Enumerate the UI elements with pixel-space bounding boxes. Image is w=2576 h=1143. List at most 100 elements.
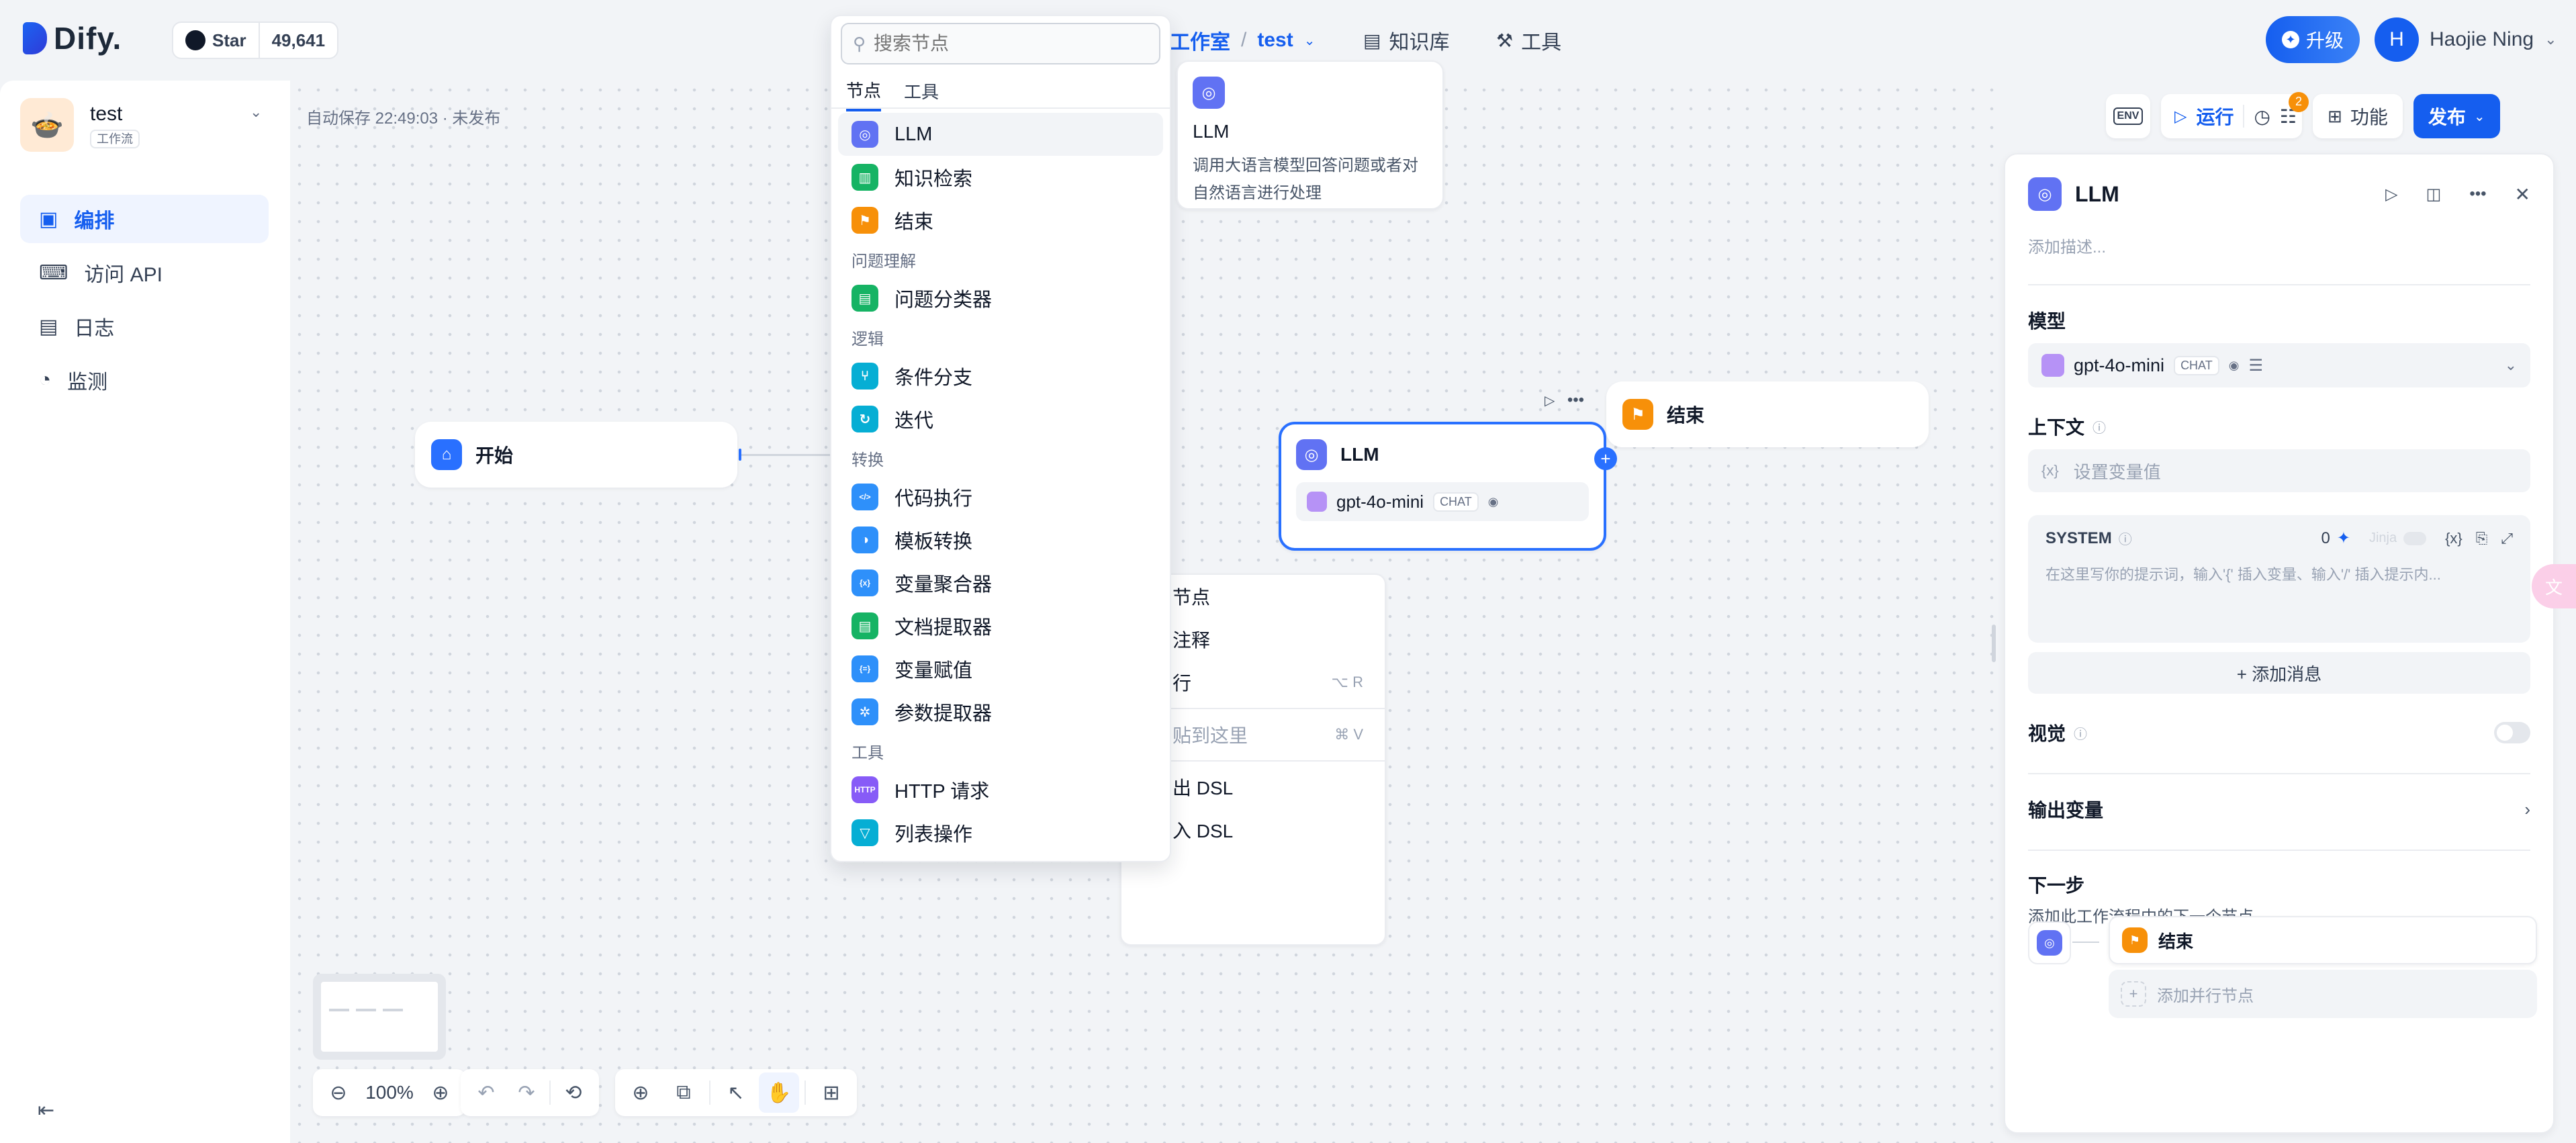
panel-title[interactable]: LLM bbox=[2075, 182, 2372, 207]
chevron-down-icon[interactable]: ⌄ bbox=[1304, 32, 1316, 49]
minimap[interactable] bbox=[313, 974, 446, 1060]
github-star-widget[interactable]: Star 49,641 bbox=[172, 21, 339, 59]
help-icon[interactable]: ⓘ bbox=[2074, 723, 2087, 743]
description-input[interactable]: 添加描述... bbox=[2005, 211, 2553, 257]
breadcrumb-studio[interactable]: 工作室 bbox=[1170, 26, 1230, 55]
edge-start-handle[interactable] bbox=[739, 449, 741, 461]
sidebar-item-logs[interactable]: ▤ 日志 bbox=[20, 302, 269, 351]
node-option[interactable]: {=} 变量赋值 bbox=[831, 647, 1170, 690]
features-button[interactable]: ⊞ 功能 bbox=[2313, 94, 2403, 138]
breadcrumb-app[interactable]: test bbox=[1257, 29, 1293, 52]
layout-organize-icon[interactable]: ⊞ bbox=[811, 1072, 852, 1113]
output-variables-section[interactable]: 输出变量 › bbox=[2005, 774, 2553, 823]
system-prompt-editor[interactable]: SYSTEM ⓘ 0 ✦ Jinja {x} ⎘ ⤢ 在这里写你的提示词，输入'… bbox=[2028, 515, 2530, 643]
sparkle-icon[interactable]: ✦ bbox=[2337, 529, 2350, 548]
run-button[interactable]: 运行 bbox=[2196, 103, 2234, 130]
close-icon[interactable]: ✕ bbox=[2515, 183, 2530, 205]
node-option[interactable]: ⚑ 结束 bbox=[831, 199, 1170, 242]
add-parallel-node-button[interactable]: + 添加并行节点 bbox=[2109, 970, 2537, 1018]
node-option[interactable]: ↻ 迭代 bbox=[831, 398, 1170, 441]
chevron-down-icon[interactable]: ⌄ bbox=[250, 103, 262, 121]
node-option[interactable]: HTTP HTTP 请求 bbox=[831, 768, 1170, 811]
app-name: test bbox=[90, 103, 123, 125]
eye-icon: ◉ bbox=[2228, 358, 2240, 372]
history-run-icon[interactable]: ◷ bbox=[2254, 105, 2270, 128]
end-node[interactable]: ⚑ 结束 bbox=[1606, 381, 1929, 447]
node-option[interactable]: </> 代码执行 bbox=[831, 475, 1170, 518]
node-option[interactable]: ◎ LLM bbox=[838, 113, 1163, 156]
node-option[interactable]: ▤ 问题分类器 bbox=[831, 277, 1170, 320]
next-node-end[interactable]: ⚑ 结束 bbox=[2109, 916, 2537, 964]
node-option-label: 变量聚合器 bbox=[894, 574, 993, 596]
sidebar-item-api[interactable]: ⌨ 访问 API bbox=[20, 248, 269, 297]
checklist-badge: 2 bbox=[2289, 91, 2309, 112]
node-option[interactable]: ▤ 文档提取器 bbox=[831, 604, 1170, 647]
hammer-icon: ⚒ bbox=[1496, 30, 1514, 51]
translate-icon[interactable]: 文 bbox=[2532, 564, 2576, 608]
node-option[interactable]: ⑂ 条件分支 bbox=[831, 355, 1170, 398]
hand-icon[interactable]: ✋ bbox=[759, 1072, 799, 1113]
monitor-icon: ◔ bbox=[39, 369, 52, 391]
play-icon[interactable]: ▷ bbox=[1545, 394, 1555, 408]
add-next-node-icon[interactable]: + bbox=[1594, 447, 1617, 470]
sidebar-item-label: 监测 bbox=[67, 371, 108, 394]
star-count: 49,641 bbox=[271, 30, 326, 50]
more-icon[interactable]: ••• bbox=[2469, 185, 2486, 203]
llm-node-label: LLM bbox=[1340, 444, 1379, 465]
copy-icon[interactable]: ⎘ bbox=[2476, 530, 2488, 547]
env-button[interactable]: ENV bbox=[2106, 94, 2150, 138]
node-search-input[interactable] bbox=[874, 33, 1130, 54]
nav-knowledge[interactable]: ▤ 知识库 bbox=[1363, 26, 1449, 55]
play-icon[interactable]: ▷ bbox=[2174, 107, 2187, 126]
node-option[interactable]: ▥ 知识检索 bbox=[831, 156, 1170, 199]
tab-tools[interactable]: 工具 bbox=[904, 79, 939, 110]
undo-icon[interactable]: ↶ bbox=[466, 1072, 506, 1113]
node-option[interactable]: ▽ 列表操作 bbox=[831, 811, 1170, 854]
upgrade-button[interactable]: ✦ 升级 bbox=[2266, 16, 2360, 63]
add-note-icon[interactable]: ⧉ bbox=[663, 1072, 704, 1113]
model-selector[interactable]: gpt-4o-mini CHAT ◉ ☰ ⌄ bbox=[2028, 343, 2530, 387]
sidebar-item-monitor[interactable]: ◔ 监测 bbox=[20, 356, 269, 404]
collapse-sidebar-icon[interactable]: ⇤ bbox=[38, 1099, 54, 1122]
sidebar-item-orchestrate[interactable]: ▣ 编排 bbox=[20, 195, 269, 243]
pointer-icon[interactable]: ↖ bbox=[716, 1072, 756, 1113]
history-icon[interactable]: ⟲ bbox=[553, 1072, 594, 1113]
user-menu[interactable]: H Haojie Ning ⌄ bbox=[2375, 17, 2557, 62]
publish-button[interactable]: 发布 ⌄ bbox=[2413, 94, 2500, 138]
node-type-icon: ✲ bbox=[852, 698, 878, 725]
brand-logo[interactable]: Dify. bbox=[23, 20, 122, 56]
play-icon[interactable]: ▷ bbox=[2385, 185, 2397, 204]
zoom-level[interactable]: 100% bbox=[363, 1082, 416, 1103]
vision-toggle[interactable] bbox=[2494, 722, 2530, 743]
node-option[interactable]: ◑ 模板转换 bbox=[831, 518, 1170, 561]
node-config-panel: ◎ LLM ▷ ◫ ••• ✕ 添加描述... 模型 gpt-4o-mini C… bbox=[2004, 153, 2555, 1134]
zoom-out-icon[interactable]: ⊖ bbox=[318, 1072, 359, 1113]
help-icon[interactable]: ⓘ bbox=[2119, 529, 2132, 548]
panel-resize-handle[interactable] bbox=[1992, 625, 1996, 662]
settings-sliders-icon[interactable]: ☰ bbox=[2248, 356, 2263, 375]
menu-item-label: 注释 bbox=[1172, 630, 1211, 651]
variable-insert-icon[interactable]: {x} bbox=[2445, 530, 2463, 547]
node-type-icon: ▥ bbox=[852, 164, 878, 191]
context-variable-select[interactable]: {x} 设置变量值 bbox=[2028, 449, 2530, 492]
start-node[interactable]: ⌂ 开始 bbox=[415, 422, 737, 488]
zoom-in-icon[interactable]: ⊕ bbox=[420, 1072, 461, 1113]
node-option[interactable]: {x} 变量聚合器 bbox=[831, 561, 1170, 604]
app-info[interactable]: 🍲 test 工作流 bbox=[20, 98, 140, 152]
tab-nodes[interactable]: 节点 bbox=[846, 77, 882, 111]
expand-icon[interactable]: ⤢ bbox=[2501, 530, 2513, 547]
panel-model-tag: CHAT bbox=[2174, 355, 2219, 375]
jinja-toggle[interactable] bbox=[2403, 531, 2427, 545]
node-option[interactable]: ✲ 参数提取器 bbox=[831, 690, 1170, 733]
app-type-badge: 工作流 bbox=[90, 130, 140, 148]
llm-node[interactable]: ◎ LLM gpt-4o-mini CHAT ◉ + bbox=[1279, 422, 1617, 551]
add-message-button[interactable]: + 添加消息 bbox=[2028, 652, 2530, 694]
help-icon[interactable]: ⓘ bbox=[2092, 417, 2106, 437]
split-view-icon[interactable]: ◫ bbox=[2426, 185, 2442, 204]
more-icon[interactable]: ••• bbox=[1567, 391, 1584, 409]
checklist-icon[interactable]: ☷ 2 bbox=[2280, 91, 2309, 128]
redo-icon[interactable]: ↷ bbox=[506, 1072, 547, 1113]
nav-tools[interactable]: ⚒ 工具 bbox=[1496, 26, 1561, 55]
add-node-icon[interactable]: ⊕ bbox=[620, 1072, 661, 1113]
panel-model-name: gpt-4o-mini bbox=[2074, 355, 2165, 375]
